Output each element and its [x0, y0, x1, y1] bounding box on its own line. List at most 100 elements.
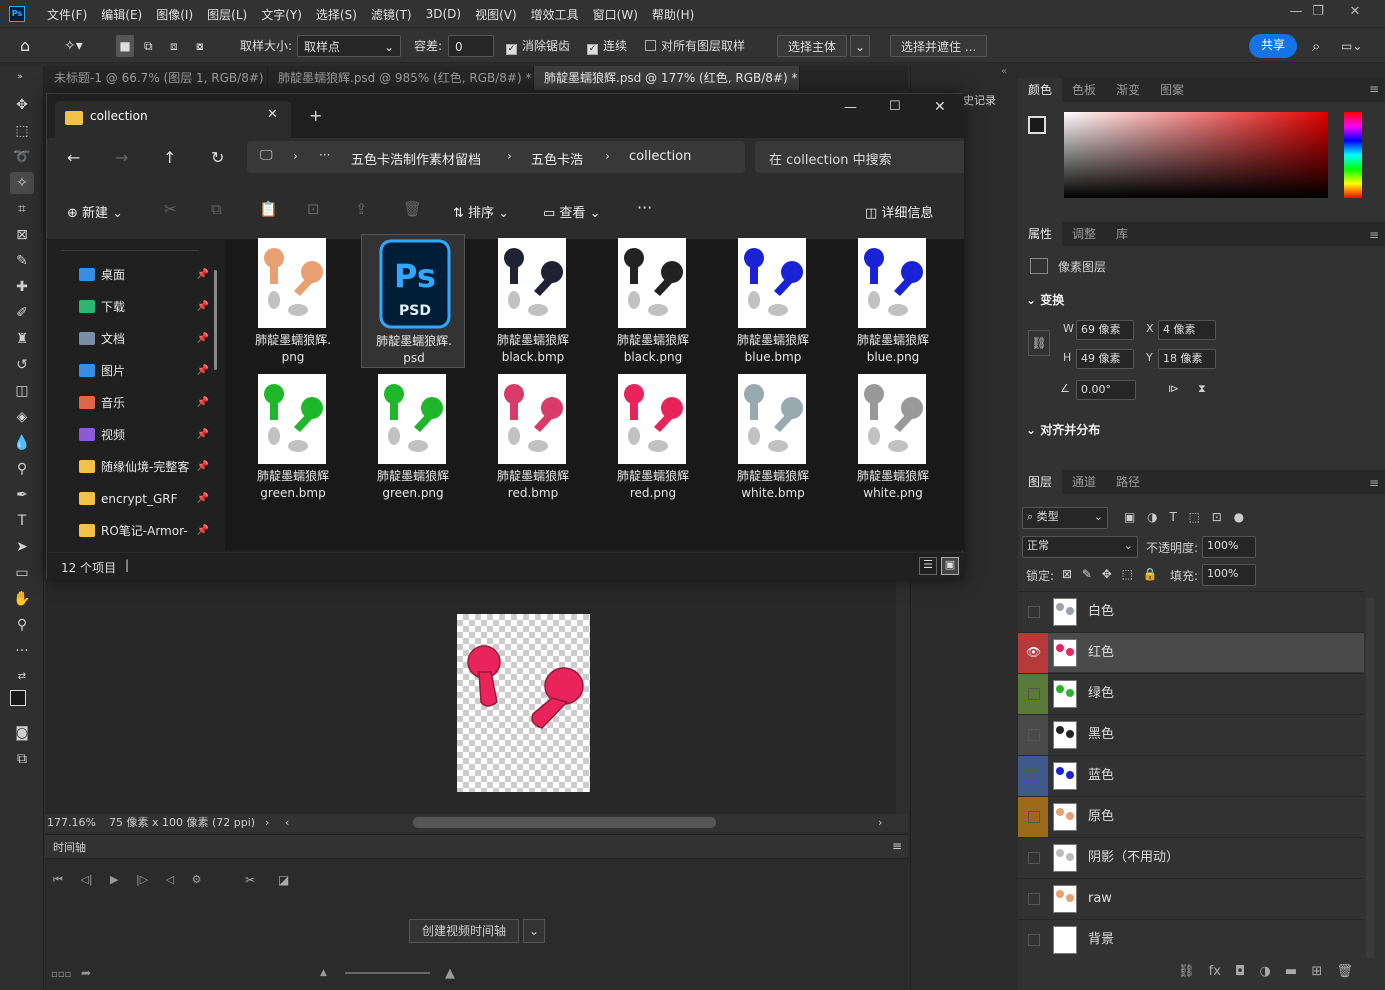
new-tab-icon[interactable]: + [309, 106, 322, 125]
angle-field[interactable]: 0.00° [1076, 380, 1136, 400]
lasso-tool-icon[interactable]: ➰ [10, 146, 34, 168]
layer-row[interactable]: 👁 红色 [1018, 632, 1364, 673]
visibility-toggle[interactable] [1018, 674, 1048, 714]
cut-icon[interactable]: ✂ [164, 200, 177, 218]
file-item[interactable]: 肺靛墨蠕狼辉 blue.png [841, 234, 945, 368]
sample-size-select[interactable]: 取样点 ⌄ [297, 35, 401, 57]
color-field[interactable] [1064, 112, 1328, 198]
file-item[interactable]: 肺靛墨蠕狼辉 red.bmp [481, 370, 585, 504]
panel-tab[interactable]: 通道 [1062, 470, 1106, 494]
scroll-right-icon[interactable]: › [878, 814, 882, 832]
restore-icon[interactable]: ❐ [1301, 0, 1335, 26]
zoom-level[interactable]: 177.16% [47, 814, 96, 832]
foreground-swatch[interactable] [1028, 116, 1046, 134]
eraser-tool-icon[interactable]: ◫ [10, 380, 34, 402]
workspace-icon[interactable]: ▭⌄ [1341, 35, 1362, 57]
menu-item[interactable]: 3D(D) [419, 7, 468, 21]
rename-icon[interactable]: ⊡ [307, 200, 320, 218]
close-icon[interactable]: ✕ [1338, 0, 1372, 26]
panel-tab[interactable]: 图层 [1018, 470, 1063, 494]
new-button[interactable]: ⊕ 新建 ⌄ [67, 202, 123, 221]
quick-mask-icon[interactable]: ◙ [10, 722, 34, 744]
contiguous-checkbox[interactable]: ✓ 连续 [587, 35, 627, 57]
document-canvas[interactable] [457, 614, 590, 792]
opacity-field[interactable]: 100% ⌄ [1202, 536, 1256, 570]
select-and-mask-button[interactable]: 选择并遮住 ... [890, 35, 988, 57]
menu-item[interactable]: 编辑(E) [94, 6, 149, 23]
share-button[interactable]: 共享 [1249, 34, 1297, 58]
details-view-icon[interactable]: ☰ [919, 557, 937, 575]
menu-item[interactable]: 帮助(H) [645, 6, 701, 23]
scissors-icon[interactable]: ✂ [245, 873, 255, 887]
panel-menu-icon[interactable]: ≡ [892, 839, 902, 853]
timeline-dropdown-icon[interactable]: ⌄ [523, 919, 545, 943]
timeline-title[interactable]: 时间轴 [53, 839, 86, 855]
fill-field[interactable]: 100% ⌄ [1202, 564, 1256, 598]
file-item[interactable]: 肺靛墨蠕狼辉 green.bmp [241, 370, 345, 504]
breadcrumb-2[interactable]: 五色卡浩 [531, 149, 583, 168]
layer-row[interactable]: 阴影（不用动） [1018, 837, 1364, 877]
transition-icon[interactable]: ◪ [278, 873, 289, 887]
zoom-in-icon[interactable]: ▲ [445, 966, 455, 981]
refresh-icon[interactable]: ↻ [211, 148, 224, 167]
menu-item[interactable]: 图像(I) [149, 6, 200, 23]
dodge-tool-icon[interactable]: ⚲ [10, 458, 34, 480]
sidebar-item[interactable]: 随缘仙境-完整客 📌 [79, 452, 209, 482]
hue-slider[interactable] [1344, 112, 1362, 198]
scroll-left-icon[interactable]: ‹ [285, 814, 289, 832]
minimize-icon[interactable]: — [844, 100, 857, 115]
menu-item[interactable]: 文件(F) [40, 6, 94, 23]
menu-item[interactable]: 增效工具 [524, 6, 586, 23]
render-icon[interactable]: ➦ [81, 966, 91, 980]
blend-mode-select[interactable]: 正常 ⌄ [1022, 536, 1138, 558]
visibility-toggle[interactable] [1018, 879, 1048, 919]
collapse-icon[interactable]: » [8, 66, 32, 88]
sort-button[interactable]: ⇅ 排序 ⌄ [453, 202, 509, 221]
select-subject-dropdown-icon[interactable]: ⌄ [850, 35, 871, 57]
more-tools-icon[interactable]: ··· [10, 640, 34, 662]
blur-tool-icon[interactable]: 💧 [10, 432, 34, 454]
panel-tab[interactable]: 调整 [1062, 222, 1106, 246]
forward-icon[interactable]: → [115, 148, 128, 167]
panel-menu-icon[interactable]: ≡ [1369, 476, 1379, 490]
y-field[interactable]: 18 像素 [1158, 349, 1216, 369]
visibility-toggle[interactable] [1018, 756, 1048, 796]
visibility-toggle[interactable] [1018, 838, 1048, 878]
document-info[interactable]: 75 像素 x 100 像素 (72 ppi) [109, 814, 255, 832]
file-item[interactable]: 肺靛墨蠕狼辉 blue.bmp [721, 234, 825, 368]
panel-tab[interactable]: 属性 [1018, 222, 1063, 246]
sidebar-item[interactable]: 桌面 📌 [79, 260, 209, 290]
panel-tab[interactable]: 图案 [1150, 78, 1194, 102]
layer-actions[interactable]: ⛓ fx ◘ ◑ ▬ ⊞ 🗑 [1178, 964, 1353, 979]
search-box[interactable]: 在 collection 中搜索 [755, 141, 964, 173]
history-brush-icon[interactable]: ↺ [10, 354, 34, 376]
file-item[interactable]: 肺靛墨蠕狼辉. png [241, 234, 345, 368]
panel-menu-icon[interactable]: ≡ [1369, 228, 1379, 242]
file-item[interactable]: Ps PSD 肺靛墨蠕狼辉. psd [361, 234, 465, 368]
details-button[interactable]: ◫ 详细信息 [865, 202, 933, 221]
crop-tool-icon[interactable]: ⌗ [10, 198, 34, 220]
transform-section[interactable]: ⌄ 变换 [1026, 291, 1064, 308]
screen-mode-icon[interactable]: ⧉ [10, 748, 34, 770]
add-selection-icon[interactable]: ⧉ [144, 35, 153, 57]
subtract-selection-icon[interactable]: ⧈ [170, 35, 178, 57]
width-field[interactable]: 69 像素 [1076, 320, 1134, 340]
horizontal-scrollbar[interactable] [413, 817, 716, 828]
magic-wand-tool-icon[interactable]: ✧ [10, 172, 34, 194]
frame-tool-icon[interactable]: ⊠ [10, 224, 34, 246]
layers-scrollbar[interactable] [1366, 598, 1374, 958]
close-icon[interactable]: ✕ [934, 99, 946, 115]
sidebar-item[interactable]: 图片 📌 [79, 356, 209, 386]
zoom-out-icon[interactable]: ▲ [320, 968, 327, 978]
type-tool-icon[interactable]: T [10, 510, 34, 532]
visibility-toggle[interactable] [1018, 920, 1048, 960]
zoom-tool-icon[interactable]: ⚲ [10, 614, 34, 636]
doc-tab-2[interactable]: 肺靛墨蠕狼辉.psd @ 985% (红色, RGB/8#) * × [268, 66, 534, 90]
flip-horizontal-icon[interactable]: ⧐ [1168, 382, 1179, 395]
path-select-icon[interactable]: ➤ [10, 536, 34, 558]
layer-row[interactable]: 蓝色 [1018, 755, 1364, 796]
more-path-icon[interactable]: ··· [319, 148, 330, 162]
menu-item[interactable]: 文字(Y) [254, 6, 309, 23]
paint-bucket-icon[interactable]: ◈ [10, 406, 34, 428]
tolerance-input[interactable]: 0 [448, 35, 494, 57]
